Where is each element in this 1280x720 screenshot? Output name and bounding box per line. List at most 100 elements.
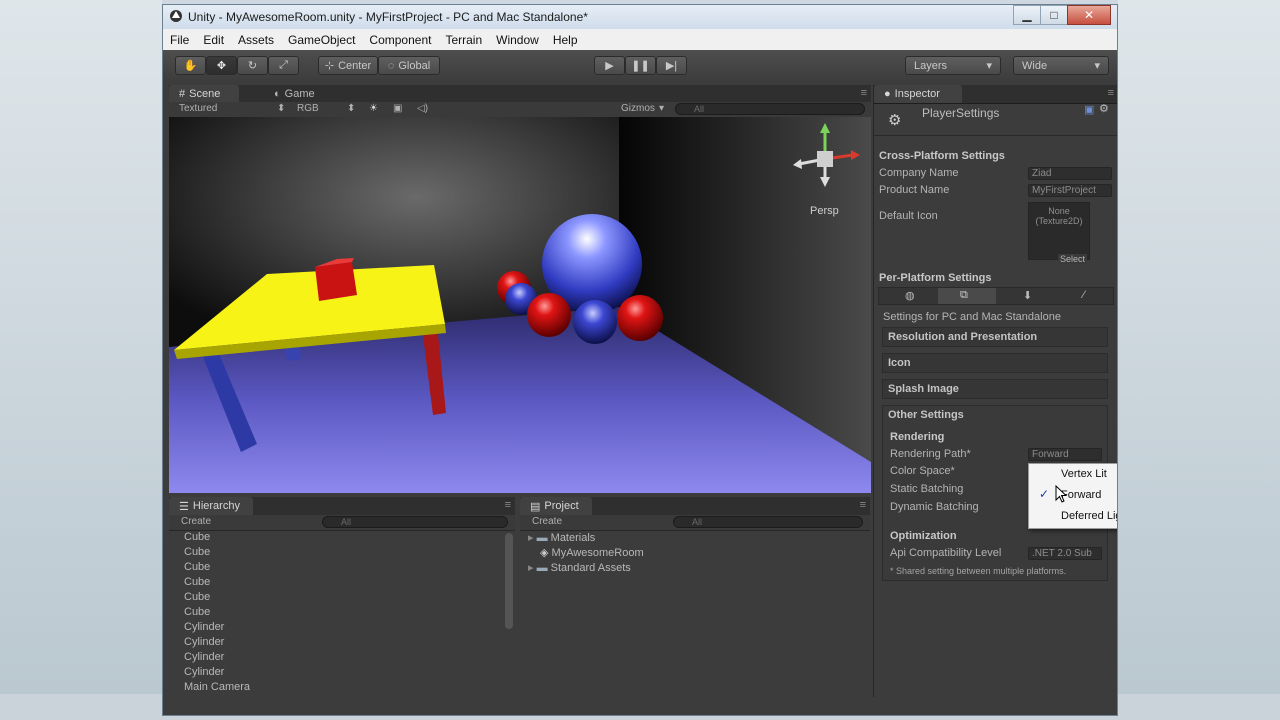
close-button[interactable]: ✕ [1067, 5, 1111, 25]
hierarchy-item[interactable]: Cube [184, 546, 210, 558]
hierarchy-item[interactable]: Main Camera [184, 681, 250, 693]
game-icon: ◐ [274, 88, 281, 100]
project-search-input[interactable]: All [673, 516, 863, 528]
play-button[interactable]: ▶ [594, 56, 625, 75]
flash-platform-icon[interactable]: ⁄ [1083, 289, 1085, 301]
resolution-presentation-section[interactable]: Resolution and Presentation [882, 327, 1108, 347]
rendering-path-dropdown[interactable]: Forward [1028, 448, 1102, 461]
menu-file[interactable]: File [163, 33, 196, 47]
step-button[interactable]: ▶| [656, 56, 687, 75]
menu-help[interactable]: Help [546, 33, 585, 47]
project-item-materials[interactable]: ▸ ▬ Materials [528, 531, 595, 544]
layers-dropdown[interactable]: Layers ▾ [905, 56, 1001, 75]
shared-setting-note: * Shared setting between multiple platfo… [890, 566, 1067, 576]
projection-label[interactable]: Persp [810, 205, 839, 217]
standalone-platform-tab[interactable]: ⧉ [938, 288, 996, 304]
hierarchy-item[interactable]: Cube [184, 531, 210, 543]
scale-icon: ⤢ [279, 59, 288, 71]
panel-menu-icon[interactable]: ≡ [860, 499, 866, 511]
component-gear-icon[interactable]: ⚙ [1099, 102, 1109, 115]
menu-component[interactable]: Component [362, 33, 438, 47]
move-tool-button[interactable]: ✥ [206, 56, 237, 75]
menu-edit[interactable]: Edit [196, 33, 231, 47]
panel-menu-icon[interactable]: ≡ [1108, 87, 1114, 99]
other-settings-heading[interactable]: Other Settings [888, 409, 964, 421]
scene-search-input[interactable]: All [675, 103, 865, 115]
project-create-button[interactable]: Create [532, 516, 562, 527]
project-icon: ▤ [530, 500, 541, 513]
panel-menu-icon[interactable]: ≡ [505, 499, 511, 511]
scene-icon: # [179, 88, 186, 100]
pause-icon: ❚❚ [631, 60, 650, 72]
standalone-platform-icon: ⧉ [960, 289, 968, 301]
pause-button[interactable]: ❚❚ [625, 56, 656, 75]
expand-arrow-icon[interactable]: ▸ [528, 532, 534, 544]
company-name-field[interactable]: Ziad [1028, 167, 1112, 180]
hierarchy-item[interactable]: Cube [184, 576, 210, 588]
layout-dropdown[interactable]: Wide ▾ [1013, 56, 1109, 75]
default-icon-label: Default Icon [879, 210, 938, 222]
option-deferred-lighting[interactable]: Deferred Lig [1061, 510, 1117, 522]
hierarchy-item[interactable]: Cube [184, 591, 210, 603]
unity-window: Unity - MyAwesomeRoom.unity - MyFirstPro… [162, 4, 1118, 716]
maximize-button[interactable]: □ [1040, 5, 1068, 25]
scene-controls-bar: Textured ⬍ RGB ⬍ ☀ ▣ ◁) Gizmos ▾ All [169, 102, 871, 118]
hierarchy-panel: ☰ Hierarchy ≡ Create All Cube Cube Cube C… [169, 497, 515, 697]
option-vertex-lit[interactable]: Vertex Lit [1061, 468, 1107, 480]
hierarchy-item[interactable]: Cube [184, 561, 210, 573]
tab-game[interactable]: ◐ Game [264, 85, 325, 103]
icon-section[interactable]: Icon [882, 353, 1108, 373]
info-icon: ● [884, 88, 891, 100]
global-space-button[interactable]: ◌ Global [378, 56, 440, 75]
panel-menu-icon[interactable]: ≡ [861, 87, 867, 99]
color-mode-dropdown[interactable]: RGB [297, 103, 319, 114]
product-name-field[interactable]: MyFirstProject [1028, 184, 1112, 197]
tab-hierarchy[interactable]: ☰ Hierarchy [169, 497, 253, 515]
header-divider [874, 135, 1117, 136]
menu-window[interactable]: Window [489, 33, 546, 47]
tab-inspector[interactable]: ● Inspector [874, 85, 962, 103]
title-bar[interactable]: Unity - MyAwesomeRoom.unity - MyFirstPro… [163, 5, 1117, 29]
dropdown-arrow-icon: ▾ [659, 103, 665, 114]
hand-tool-button[interactable]: ✋ [175, 56, 206, 75]
scene-viewport[interactable]: Persp [169, 117, 871, 493]
project-item-scene[interactable]: ◈ MyAwesomeRoom [540, 546, 644, 559]
hierarchy-item[interactable]: Cylinder [184, 651, 224, 663]
project-item-standard-assets[interactable]: ▸ ▬ Standard Assets [528, 561, 631, 574]
audio-toggle-icon[interactable]: ◁) [417, 103, 428, 114]
splash-image-section[interactable]: Splash Image [882, 379, 1108, 399]
menu-terrain[interactable]: Terrain [438, 33, 489, 47]
menu-assets[interactable]: Assets [231, 33, 281, 47]
hierarchy-search-input[interactable]: All [322, 516, 508, 528]
api-compat-dropdown[interactable]: .NET 2.0 Sub [1028, 547, 1102, 560]
expand-arrow-icon[interactable]: ▸ [528, 562, 534, 574]
hierarchy-item[interactable]: Cylinder [184, 666, 224, 678]
render-mode-dropdown[interactable]: Textured [179, 103, 217, 114]
default-icon-slot[interactable]: None (Texture2D) [1028, 202, 1090, 260]
rotate-tool-button[interactable]: ↻ [237, 56, 268, 75]
product-name-label: Product Name [879, 184, 950, 196]
lighting-toggle-icon[interactable]: ☀ [369, 103, 378, 114]
hierarchy-item[interactable]: Cube [184, 606, 210, 618]
gizmos-dropdown[interactable]: Gizmos [621, 103, 655, 114]
hierarchy-create-button[interactable]: Create [181, 516, 211, 527]
hierarchy-item[interactable]: Cylinder [184, 621, 224, 633]
icon-none-text: None [1048, 206, 1070, 216]
menu-gameobject[interactable]: GameObject [281, 33, 362, 47]
tab-project[interactable]: ▤ Project [520, 497, 592, 515]
help-book-icon[interactable]: ▣ [1084, 103, 1094, 116]
pivot-center-button[interactable]: ⊹ Center [318, 56, 378, 75]
hierarchy-item[interactable]: Cylinder [184, 636, 224, 648]
tab-scene[interactable]: # Scene [169, 85, 239, 103]
minimize-button[interactable]: ▁ [1013, 5, 1041, 25]
checkmark-icon: ✓ [1039, 487, 1050, 501]
scale-tool-button[interactable]: ⤢ [268, 56, 299, 75]
inspector-tab-bar: ● Inspector ≡ [874, 85, 1117, 104]
android-platform-icon[interactable]: ⬇ [1023, 289, 1032, 302]
select-icon-button[interactable]: Select [1058, 254, 1088, 264]
hierarchy-scrollbar[interactable] [505, 533, 513, 629]
rendering-heading: Rendering [890, 431, 945, 443]
web-platform-icon[interactable]: ◍ [905, 289, 915, 302]
main-toolbar: ✋ ✥ ↻ ⤢ ⊹ Center ◌ Global ▶ ❚❚ ▶| Layers ▾ … [163, 50, 1117, 83]
image-toggle-icon[interactable]: ▣ [393, 103, 402, 114]
